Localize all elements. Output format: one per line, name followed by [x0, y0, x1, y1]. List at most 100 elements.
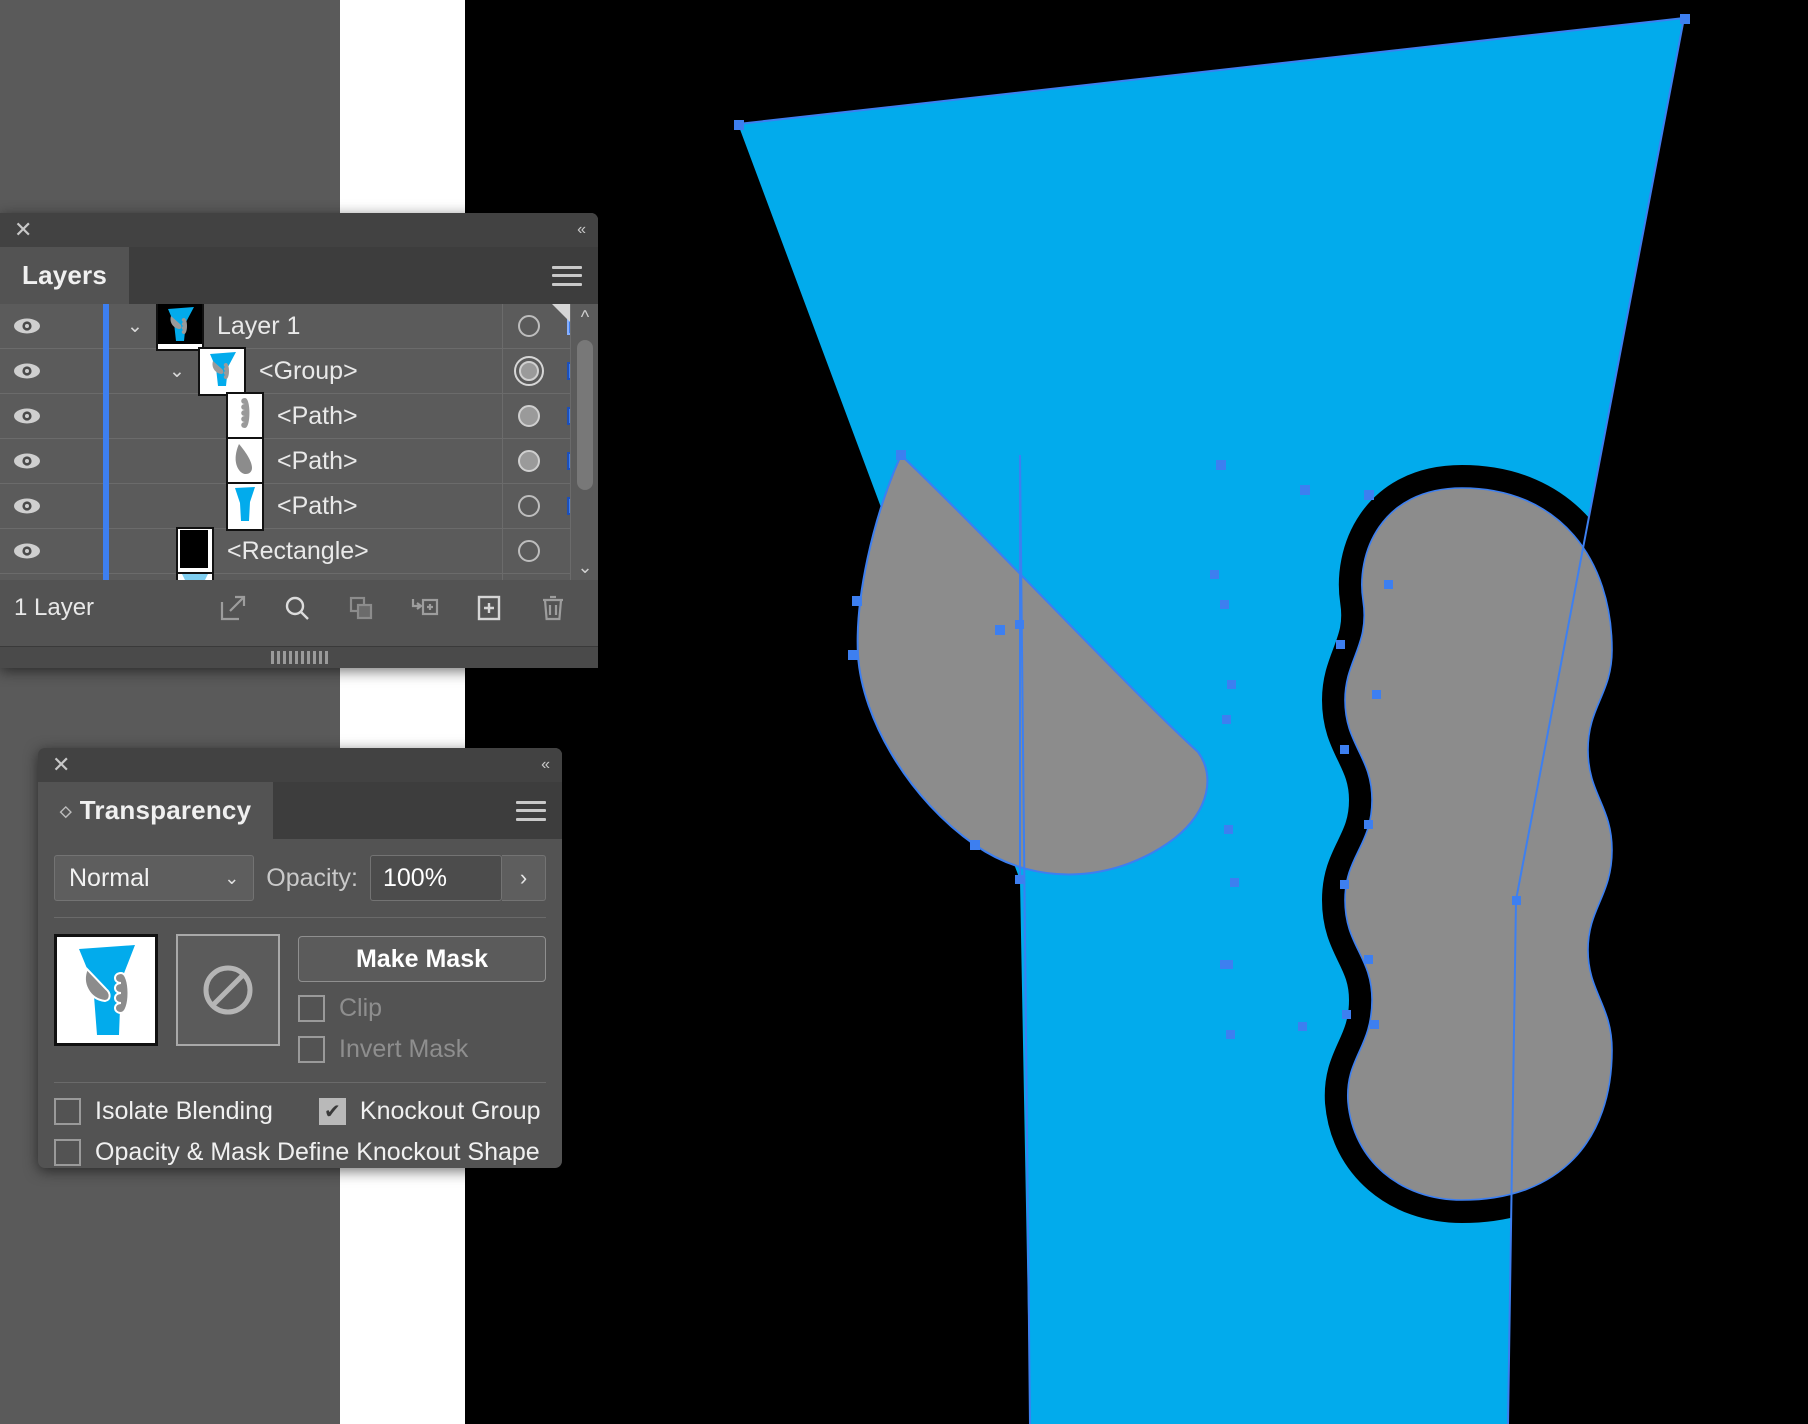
- no-mask-icon[interactable]: [176, 934, 280, 1046]
- layers-list: ⌄ Layer 1 ⌄ <Group> <Path> <Path> <Path>…: [0, 304, 598, 580]
- layer-color-bar: [98, 304, 114, 349]
- transparency-panel: ✕ « ◇ Transparency Normal ⌄ Opacity: 100…: [38, 748, 562, 1168]
- invert-mask-checkbox[interactable]: [298, 1036, 325, 1063]
- layer-row-path-leaf[interactable]: <Path>: [0, 436, 598, 486]
- target-indicator[interactable]: [502, 348, 554, 394]
- path-leaf-thumb: [226, 436, 264, 486]
- tab-layers[interactable]: Layers: [0, 247, 130, 304]
- disclosure-triangle-group[interactable]: ⌄: [156, 360, 198, 383]
- trash-icon[interactable]: [536, 591, 570, 625]
- tab-transparency[interactable]: ◇ Transparency: [38, 782, 274, 839]
- target-indicator[interactable]: [502, 483, 554, 529]
- target-indicator[interactable]: [502, 438, 554, 484]
- layer-color-bar: [98, 483, 114, 529]
- diamond-icon: ◇: [60, 802, 72, 820]
- layer-row-path-beads[interactable]: <Path>: [0, 391, 598, 441]
- layer-color-bar: [98, 528, 114, 574]
- opacity-label: Opacity:: [266, 863, 358, 892]
- disclosure-triangle-layer1[interactable]: ⌄: [114, 315, 156, 338]
- target-indicator[interactable]: [502, 528, 554, 574]
- layer-row-label: <Path>: [277, 446, 358, 475]
- invert-mask-row[interactable]: Invert Mask: [298, 1035, 546, 1064]
- layer-color-bar: [98, 438, 114, 484]
- close-icon[interactable]: ✕: [14, 219, 32, 241]
- scroll-down-icon[interactable]: ⌄: [571, 554, 598, 580]
- target-indicator[interactable]: [502, 304, 554, 349]
- opacity-mask-row: Opacity & Mask Define Knockout Shape: [54, 1138, 546, 1167]
- duplicate-layers-icon[interactable]: [344, 591, 378, 625]
- clip-row[interactable]: Clip: [298, 994, 546, 1023]
- transparency-panel-titlebar: ✕ «: [38, 748, 562, 782]
- transparency-tab-filler: [273, 782, 562, 839]
- visibility-toggle-icon[interactable]: [0, 316, 54, 336]
- partial-row-thumb: [176, 571, 214, 580]
- layer-row-label: <Path>: [277, 491, 358, 520]
- target-indicator[interactable]: [502, 573, 554, 580]
- chevron-down-icon: ⌄: [224, 867, 240, 888]
- blend-opacity-row: Normal ⌄ Opacity: 100% ›: [38, 839, 562, 915]
- layer-count-label: 1 Layer: [14, 594, 95, 621]
- scrollbar-thumb[interactable]: [577, 340, 593, 490]
- layer-row-group[interactable]: ⌄ <Group>: [0, 346, 598, 396]
- layers-panel: ✕ « Layers ⌄ Layer 1 ⌄ <Group> <Path> <P…: [0, 213, 598, 668]
- layers-tab-row: Layers: [0, 247, 598, 304]
- close-icon[interactable]: ✕: [52, 754, 70, 776]
- layers-panel-titlebar: ✕ «: [0, 213, 598, 247]
- visibility-toggle-icon[interactable]: [0, 361, 54, 381]
- knockout-group-checkbox[interactable]: [318, 1098, 346, 1125]
- layer-color-bar: [98, 573, 114, 580]
- clip-label: Clip: [339, 994, 383, 1022]
- panel-menu-icon[interactable]: [552, 265, 582, 286]
- opacity-mask-knockout-label: Opacity & Mask Define Knockout Shape: [95, 1138, 540, 1166]
- target-indicator[interactable]: [502, 393, 554, 439]
- opacity-stepper-button[interactable]: ›: [502, 855, 546, 901]
- layers-scrollbar[interactable]: ^ ⌄: [570, 304, 598, 580]
- panel-menu-icon[interactable]: [516, 800, 546, 821]
- artboard-black-rectangle: [465, 0, 1808, 1424]
- visibility-toggle-icon[interactable]: [0, 406, 54, 426]
- path-cone-thumb: [226, 481, 264, 531]
- layer-row-path-cone[interactable]: <Path>: [0, 481, 598, 531]
- rect-black-thumb: [176, 526, 214, 576]
- collapse-panel-icon[interactable]: «: [577, 221, 586, 239]
- blend-mode-value: Normal: [69, 863, 150, 892]
- opacity-input[interactable]: 100%: [370, 855, 502, 901]
- search-icon[interactable]: [280, 591, 314, 625]
- layer-row-label: <Path>: [277, 401, 358, 430]
- make-mask-button[interactable]: Make Mask: [298, 936, 546, 982]
- mask-row: Make Mask Clip Invert Mask: [38, 918, 562, 1070]
- transparency-tab-row: ◇ Transparency: [38, 782, 562, 839]
- layer-color-bar: [98, 393, 114, 439]
- blend-mode-select[interactable]: Normal ⌄: [54, 855, 255, 901]
- layer-row-rectangle[interactable]: <Rectangle>: [0, 526, 598, 576]
- layers-tab-filler: [129, 247, 598, 304]
- visibility-toggle-icon[interactable]: [0, 451, 54, 471]
- layers-panel-footer: 1 Layer: [0, 580, 598, 636]
- layer-row-partial[interactable]: [0, 571, 598, 580]
- layers-tab-label: Layers: [22, 260, 108, 290]
- layer1-thumb: [156, 304, 204, 351]
- layer-row-layer1[interactable]: ⌄ Layer 1: [0, 304, 598, 351]
- plus-square-icon[interactable]: [472, 591, 506, 625]
- isolate-blending-checkbox[interactable]: [54, 1098, 81, 1125]
- panel-resize-grip[interactable]: [0, 651, 598, 664]
- layer-row-label: <Group>: [259, 356, 358, 385]
- knockout-options: Isolate Blending Knockout Group Opacity …: [38, 1083, 562, 1167]
- visibility-toggle-icon[interactable]: [0, 541, 54, 561]
- invert-mask-label: Invert Mask: [339, 1035, 469, 1063]
- visibility-toggle-icon[interactable]: [0, 496, 54, 516]
- opacity-mask-knockout-checkbox[interactable]: [54, 1139, 81, 1166]
- isolate-knockout-row: Isolate Blending Knockout Group: [54, 1097, 546, 1126]
- panel-resize-strip[interactable]: [0, 646, 598, 668]
- artwork-preview-thumb[interactable]: [54, 934, 158, 1046]
- transparency-body: Normal ⌄ Opacity: 100% › Make Mask Clip …: [38, 839, 562, 1181]
- scroll-up-icon[interactable]: ^: [571, 304, 598, 330]
- clip-checkbox[interactable]: [298, 995, 325, 1022]
- transparency-tab-label: Transparency: [79, 795, 252, 825]
- isolate-blending-label: Isolate Blending: [95, 1097, 273, 1125]
- collapse-panel-icon[interactable]: «: [541, 756, 550, 774]
- new-sublayer-icon[interactable]: [408, 591, 442, 625]
- export-arrow-icon[interactable]: [216, 591, 250, 625]
- app-root: ✕ « Layers ⌄ Layer 1 ⌄ <Group> <Path> <P…: [0, 0, 1808, 1424]
- group-thumb: [198, 346, 246, 396]
